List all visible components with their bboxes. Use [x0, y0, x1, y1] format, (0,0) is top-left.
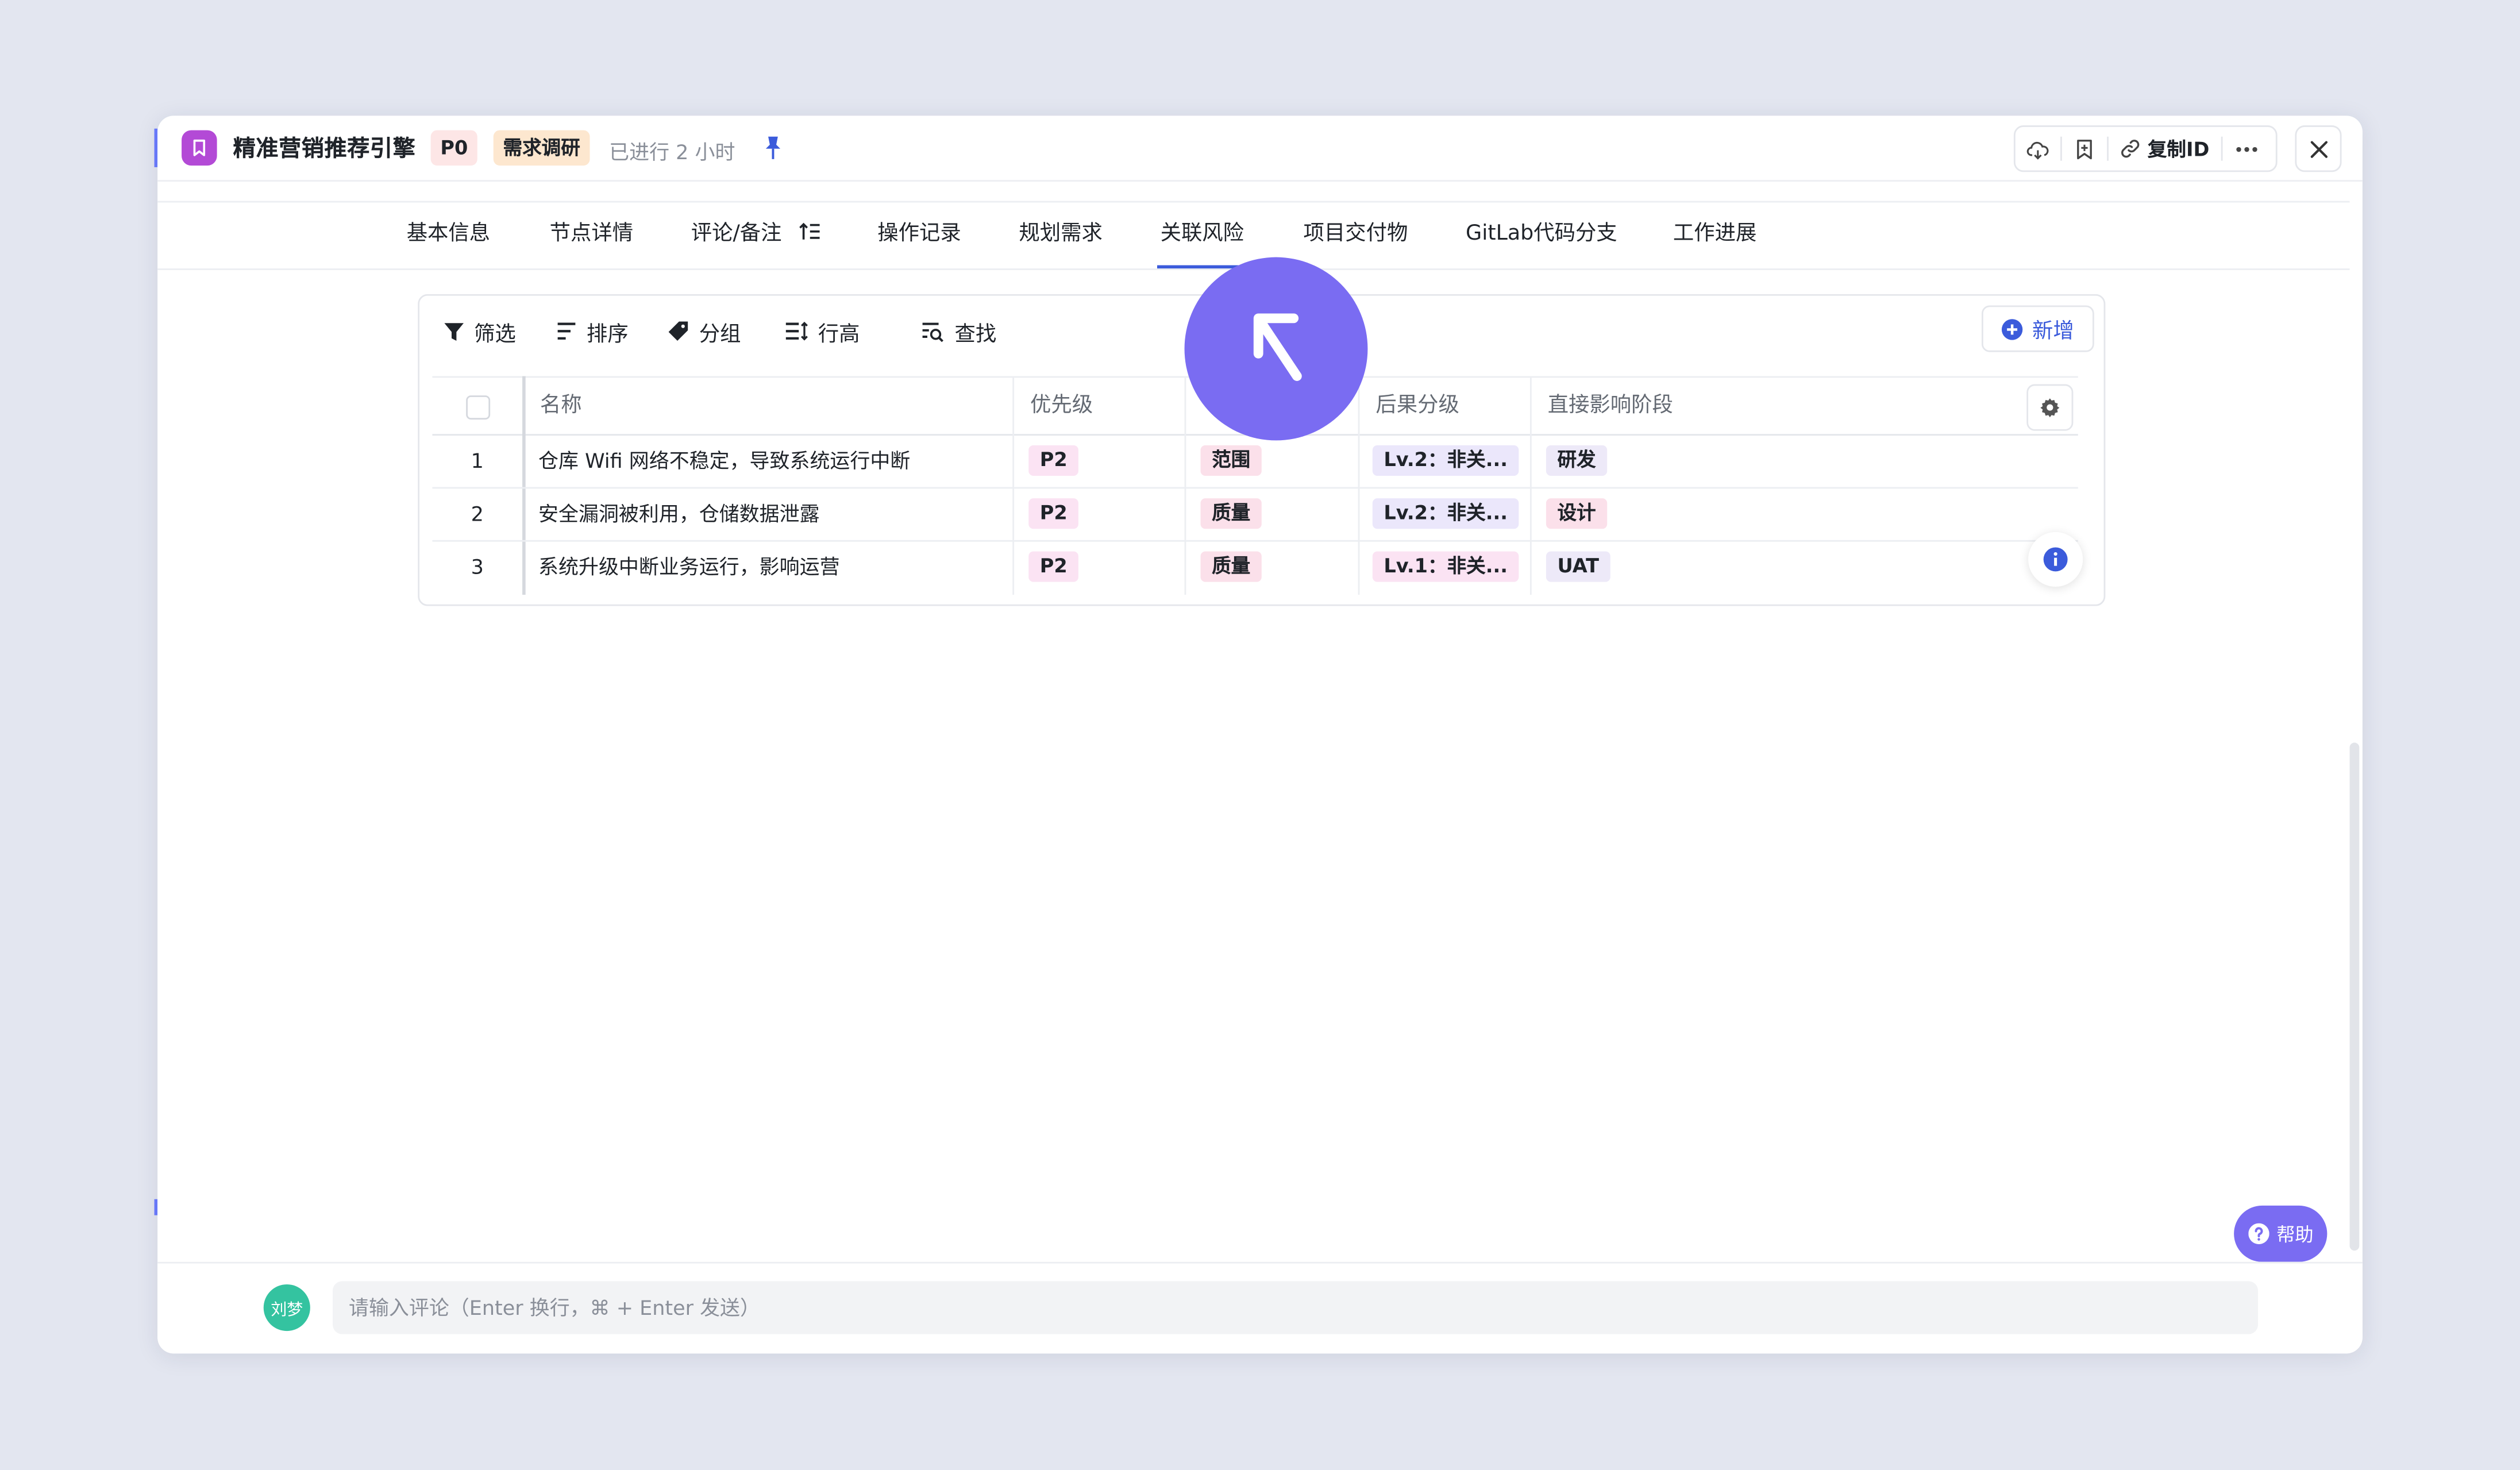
column-header-name[interactable]: 名称: [540, 378, 582, 434]
vertical-scrollbar[interactable]: [2349, 742, 2360, 1251]
bookmark-icon: [2077, 138, 2092, 159]
gear-icon: [2040, 398, 2060, 418]
find-label: 查找: [954, 322, 997, 347]
risk-type-chip: 质量: [1200, 551, 1262, 582]
tab-comments[interactable]: 评论/备注: [691, 202, 820, 267]
cursor-highlight: [1184, 257, 1368, 441]
info-icon: [2043, 547, 2068, 572]
help-label: 帮助: [2276, 1222, 2314, 1245]
group-button[interactable]: 分组: [667, 317, 741, 347]
row-height-label: 行高: [818, 322, 860, 347]
column-header-affected-stage[interactable]: 直接影响阶段: [1548, 378, 1673, 434]
column-header-consequence-level[interactable]: 后果分级: [1375, 378, 1459, 434]
elapsed-time: 已进行 2 小时: [609, 140, 735, 164]
filter-button[interactable]: 筛选: [444, 317, 516, 347]
copy-id-button[interactable]: 复制ID: [2109, 127, 2221, 171]
detail-header: 精准营销推荐引擎 P0 需求调研 已进行 2 小时 复制ID: [157, 116, 2363, 182]
tab-work-progress[interactable]: 工作进展: [1673, 202, 1756, 267]
risk-name[interactable]: 仓库 Wifi 网络不稳定，导致系统运行中断: [538, 434, 910, 487]
risk-type-chip: 质量: [1200, 498, 1262, 529]
row-index: 3: [471, 555, 484, 579]
table-row[interactable]: 2 安全漏洞被利用，仓储数据泄露 P2 质量 Lv.2：非关... 设计: [432, 487, 2078, 542]
row-index: 2: [471, 501, 484, 526]
priority-chip: P2: [1028, 498, 1079, 529]
tab-operation-log[interactable]: 操作记录: [877, 202, 961, 267]
row-index: 1: [471, 448, 484, 473]
consequence-level-chip: Lv.2：非关...: [1372, 445, 1519, 476]
search-list-icon: [922, 322, 943, 341]
pin-icon[interactable]: [764, 135, 786, 161]
column-settings-button[interactable]: [2026, 384, 2074, 431]
help-button[interactable]: 帮助: [2234, 1205, 2328, 1262]
cursor-arrow-icon: [1253, 313, 1302, 381]
page-title: 精准营销推荐引擎: [233, 136, 416, 163]
column-header-priority[interactable]: 优先级: [1030, 378, 1093, 434]
sort-label: 排序: [586, 322, 629, 347]
consequence-level-chip: Lv.1：非关...: [1372, 551, 1519, 582]
more-button[interactable]: [2223, 127, 2271, 171]
row-height-button[interactable]: 行高: [784, 317, 860, 347]
avatar: 刘梦: [263, 1284, 310, 1332]
add-risk-button[interactable]: 新增: [1981, 305, 2094, 352]
affected-stage-chip: UAT: [1546, 551, 1610, 582]
priority-badge: P0: [430, 130, 478, 166]
sort-button[interactable]: 排序: [556, 317, 629, 347]
header-actions: 复制ID: [2013, 125, 2278, 172]
more-horizontal-icon: [2236, 146, 2257, 151]
link-icon: [2121, 140, 2140, 158]
bookmark-button[interactable]: [2062, 127, 2107, 171]
risk-type-chip: 范围: [1200, 445, 1262, 476]
table-row[interactable]: 1 仓库 Wifi 网络不稳定，导致系统运行中断 P2 范围 Lv.2：非关..…: [432, 434, 2078, 489]
priority-chip: P2: [1028, 551, 1079, 582]
risk-name[interactable]: 系统升级中断业务运行，影响运营: [538, 540, 840, 593]
tab-comments-label: 评论/备注: [691, 222, 782, 246]
add-label: 新增: [2032, 320, 2074, 344]
stage-badge: 需求调研: [493, 130, 590, 166]
tab-planned-requirements[interactable]: 规划需求: [1019, 202, 1102, 267]
priority-chip: P2: [1028, 445, 1079, 476]
table-row[interactable]: 3 系统升级中断业务运行，影响运营 P2 质量 Lv.1：非关... UAT: [432, 540, 2078, 593]
cloud-sync-icon: [2026, 141, 2049, 159]
find-button[interactable]: 查找: [921, 317, 997, 347]
active-tab-indicator: [1157, 265, 1244, 269]
sort-order-icon: [798, 222, 819, 240]
group-label: 分组: [699, 322, 741, 347]
select-all-checkbox[interactable]: [466, 395, 491, 420]
filter-icon: [444, 322, 464, 340]
close-icon: [2310, 140, 2327, 157]
tab-basic-info[interactable]: 基本信息: [407, 202, 490, 267]
bookmark-app-icon: [182, 130, 217, 166]
risk-name[interactable]: 安全漏洞被利用，仓储数据泄露: [538, 487, 820, 540]
tab-node-details[interactable]: 节点详情: [550, 202, 633, 267]
info-button[interactable]: [2028, 532, 2083, 587]
tab-gitlab-branch[interactable]: GitLab代码分支: [1466, 202, 1617, 267]
question-icon: [2247, 1223, 2269, 1245]
sort-icon: [557, 322, 576, 340]
affected-stage-chip: 研发: [1546, 445, 1608, 476]
consequence-level-chip: Lv.2：非关...: [1372, 498, 1519, 529]
tab-related-risks[interactable]: 关联风险: [1161, 202, 1244, 267]
close-button[interactable]: [2295, 125, 2342, 172]
tab-deliverables[interactable]: 项目交付物: [1304, 202, 1408, 267]
detail-window: 精准营销推荐引擎 P0 需求调研 已进行 2 小时 复制ID 基本信息 节点详情…: [157, 116, 2363, 1354]
comment-input[interactable]: [333, 1281, 2259, 1334]
tag-icon: [668, 321, 688, 341]
comment-bar: 刘梦: [157, 1261, 2363, 1354]
filter-label: 筛选: [474, 322, 516, 347]
affected-stage-chip: 设计: [1546, 498, 1608, 529]
plus-circle-icon: [2002, 318, 2024, 340]
copy-id-label: 复制ID: [2147, 138, 2210, 161]
row-height-icon: [785, 321, 808, 341]
sync-button[interactable]: [2016, 127, 2060, 171]
